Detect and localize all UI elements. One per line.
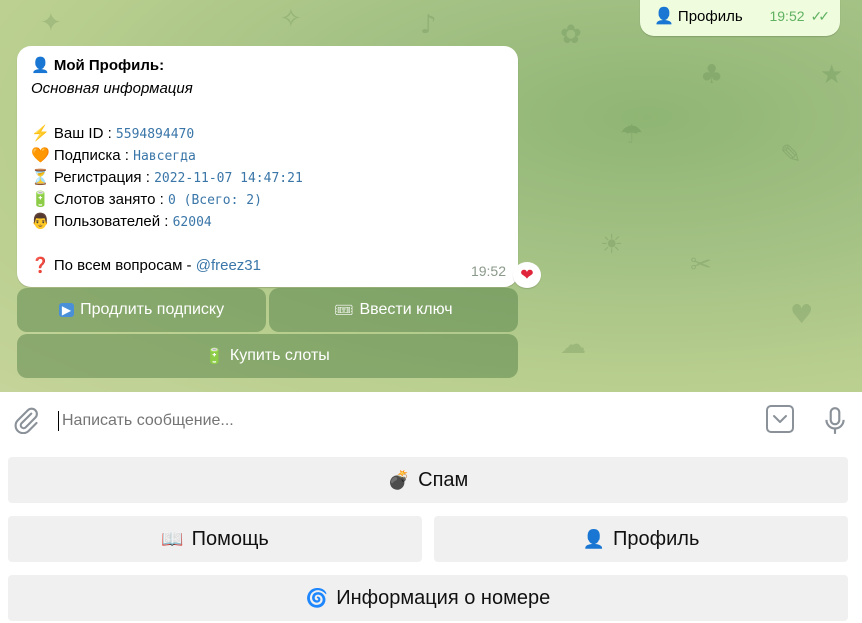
button-label: Спам <box>418 468 469 491</box>
orange-heart-icon: 🧡 <box>31 147 50 164</box>
battery-icon: 🔋 <box>205 347 224 365</box>
button-label: Купить слоты <box>229 347 330 364</box>
person-icon: 👤 <box>582 528 606 550</box>
ticket-icon: 🎟 <box>334 301 354 319</box>
row-user-id: ⚡ Ваш ID : 5594894470 <box>31 124 194 142</box>
bomb-icon: 💣 <box>387 469 411 491</box>
microphone-icon[interactable] <box>822 406 848 436</box>
heart-reaction-icon[interactable]: ❤ <box>513 262 541 288</box>
row-label: Слотов занято : <box>53 191 168 208</box>
outgoing-message[interactable]: 👤 Профиль 19:52 ✓✓ <box>640 0 840 36</box>
profile-message[interactable]: 👤 Мой Профиль: Основная информация ⚡ Ваш… <box>17 46 518 287</box>
row-label: Пользователей : <box>53 213 173 230</box>
registration-value[interactable]: 2022-11-07 14:47:21 <box>154 171 303 186</box>
number-info-button[interactable]: 🌀 Информация о номере <box>8 575 848 621</box>
hourglass-icon: ⏳ <box>31 169 50 186</box>
button-label: Продлить подписку <box>80 301 225 318</box>
profile-title-text: Мой Профиль: <box>53 57 165 74</box>
doodle-icon: ✎ <box>780 140 802 170</box>
row-registration: ⏳ Регистрация : 2022-11-07 14:47:21 <box>31 168 303 186</box>
spam-button[interactable]: 💣 Спам <box>8 457 848 503</box>
bot-keyboard-toggle-icon[interactable] <box>766 405 794 433</box>
button-label: Помощь <box>191 527 269 550</box>
extend-subscription-button[interactable]: ▶ Продлить подписку <box>17 288 266 332</box>
doodle-icon: ✿ <box>560 20 582 50</box>
doodle-icon: ☁ <box>560 330 586 360</box>
profile-subtitle: Основная информация <box>31 80 193 97</box>
button-label: Ввести ключ <box>359 301 453 318</box>
lightning-icon: ⚡ <box>31 125 50 142</box>
doodle-icon: ✦ <box>40 8 62 38</box>
doodle-icon: ♥ <box>790 300 814 330</box>
hacker-icon: 👨 <box>31 213 50 230</box>
text-caret <box>58 411 59 431</box>
message-input[interactable] <box>60 406 754 436</box>
chat-background: ✿ ☂ ♣ ✎ ☀ ✂ ♥ ☁ ★ ✦ ✧ ♪ 👤 Профиль 19:52 … <box>0 0 862 392</box>
doodle-icon: ♣ <box>700 60 724 90</box>
doodle-icon: ♪ <box>420 10 437 40</box>
doodle-icon: ☂ <box>620 120 644 150</box>
buy-slots-button[interactable]: 🔋 Купить слоты <box>17 334 518 378</box>
slots-value[interactable]: 0 (Всего: 2) <box>168 193 262 208</box>
doodle-icon: ✂ <box>690 250 712 280</box>
users-value[interactable]: 62004 <box>173 215 212 230</box>
message-time: 19:52 <box>769 8 805 24</box>
cyclone-icon: 🌀 <box>305 587 329 609</box>
contact-label: По всем вопросам - <box>53 257 196 274</box>
book-icon: 📖 <box>161 528 184 550</box>
battery-icon: 🔋 <box>31 191 50 208</box>
paperclip-icon[interactable] <box>12 406 40 434</box>
person-icon: 👤 <box>654 8 674 25</box>
enter-key-button[interactable]: 🎟 Ввести ключ <box>269 288 518 332</box>
row-contact: ❓ По всем вопросам - @freez31 <box>31 256 261 274</box>
user-id-value[interactable]: 5594894470 <box>116 127 194 142</box>
person-icon: 👤 <box>31 57 50 74</box>
outgoing-message-text: Профиль <box>677 7 743 25</box>
message-time: 19:52 <box>470 263 506 279</box>
row-slots: 🔋 Слотов занято : 0 (Всего: 2) <box>31 190 262 208</box>
button-label: Информация о номере <box>336 586 551 609</box>
play-icon: ▶ <box>58 303 75 317</box>
row-label: Регистрация : <box>53 169 155 186</box>
profile-title: 👤 Мой Профиль: <box>31 56 164 74</box>
help-button[interactable]: 📖 Помощь <box>8 516 422 562</box>
double-check-icon: ✓✓ <box>810 7 831 24</box>
profile-button[interactable]: 👤 Профиль <box>434 516 848 562</box>
row-subscription: 🧡 Подписка : Навсегда <box>31 146 196 164</box>
doodle-icon: ★ <box>820 60 844 90</box>
row-label: Подписка : <box>53 147 134 164</box>
doodle-icon: ✧ <box>280 4 302 34</box>
row-users: 👨 Пользователей : 62004 <box>31 212 212 230</box>
composer-bar <box>0 392 862 448</box>
question-icon: ❓ <box>31 257 50 274</box>
subscription-value[interactable]: Навсегда <box>133 149 196 164</box>
row-label: Ваш ID : <box>53 125 116 142</box>
button-label: Профиль <box>613 527 700 550</box>
contact-link[interactable]: @freez31 <box>196 257 261 274</box>
doodle-icon: ☀ <box>600 230 624 260</box>
